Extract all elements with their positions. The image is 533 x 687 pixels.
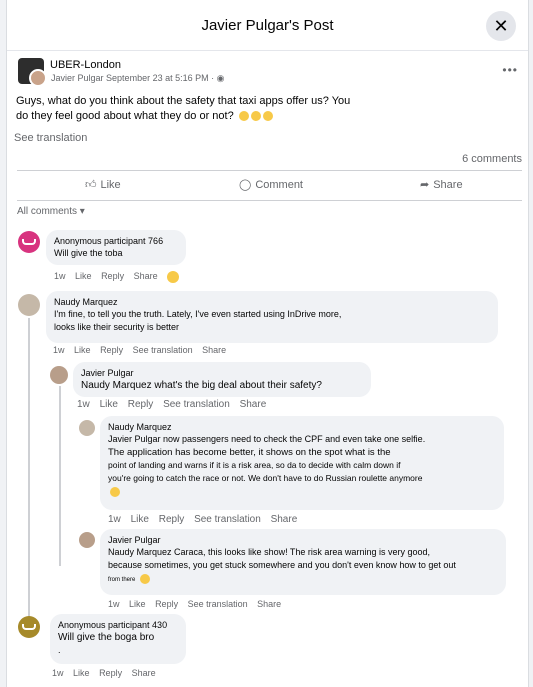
divider: [17, 200, 522, 201]
author-avatar: [29, 69, 47, 87]
comment-text-line: looks like their security is better: [54, 322, 180, 332]
comment-bubble: Anonymous participant 766 Will give the …: [46, 230, 186, 265]
comment-text-line: The application has become better, it sh…: [108, 447, 391, 458]
smile-emoji: [110, 486, 120, 497]
divider: [17, 170, 522, 171]
comment-icon: ◯: [239, 179, 252, 191]
comment-author[interactable]: Anonymous participant 430: [58, 619, 178, 631]
post-meta: Javier Pulgar September 23 at 5:16 PM · …: [51, 73, 224, 84]
comment-bubble: Anonymous participant 430 Will give the …: [50, 614, 186, 664]
comment-author[interactable]: Naudy Marquez: [54, 296, 490, 308]
post-header: UBER-London Javier Pulgar September 23 a…: [18, 58, 518, 88]
comment-text: Naudy Marquez what's the big deal about …: [81, 380, 322, 391]
avatar[interactable]: [18, 294, 40, 316]
smile-emoji: [139, 573, 150, 584]
post-actions: 👍︎ Like ◯ Comment ➦ Share: [17, 172, 522, 200]
close-button[interactable]: ✕: [486, 11, 516, 41]
comment-text-line: from there: [108, 577, 136, 583]
share-button[interactable]: ➦ Share: [420, 178, 463, 192]
comment-actions: 1w Like Reply See translation Share: [53, 345, 227, 355]
anonymous-icon: [22, 239, 36, 245]
avatar[interactable]: [79, 420, 95, 436]
avatar[interactable]: [50, 366, 68, 384]
comment-author[interactable]: Anonymous participant 766: [54, 235, 178, 247]
globe-icon: · ◉: [211, 73, 225, 83]
chevron-down-icon: ▾: [79, 206, 85, 217]
laugh-reaction-icon[interactable]: [167, 271, 180, 283]
comment-text-line: Javier Pulgar now passengers need to che…: [108, 434, 426, 444]
share-icon: ➦: [420, 179, 430, 191]
comment-actions: 1w Like Reply See translation Share: [108, 514, 298, 525]
post-text: Guys, what do you think about the safety…: [16, 94, 376, 124]
comment-actions: 1w Like Reply Share: [52, 668, 156, 678]
comment-bubble: Naudy Marquez I'm fine, to tell you the …: [46, 291, 498, 343]
post-dialog: Javier Pulgar's Post ✕ UBER-London Javie…: [6, 0, 529, 687]
comment-text-line: Naudy Marquez Caraca, this looks like sh…: [108, 547, 430, 557]
post-text-line2: do they feel good about what they do or …: [16, 110, 234, 122]
comment-bubble: Naudy Marquez Javier Pulgar now passenge…: [100, 416, 504, 510]
comment-button[interactable]: ◯ Comment: [239, 178, 303, 192]
like-button[interactable]: 👍︎ Like: [85, 178, 121, 192]
comment-actions: 1w Like Reply See translation Share: [77, 399, 267, 410]
post-time[interactable]: September 23 at 5:16 PM: [106, 73, 209, 83]
anonymous-icon: [22, 624, 36, 630]
more-options-icon[interactable]: •••: [502, 63, 518, 77]
comment-author[interactable]: Javier Pulgar: [81, 367, 363, 379]
post-text-line1: Guys, what do you think about the safety…: [16, 95, 351, 107]
thumbs-up-icon: 👍︎: [85, 179, 97, 191]
comment-filter[interactable]: All comments ▾: [17, 206, 85, 217]
comment-text-line: you're going to catch the race or not. W…: [108, 473, 423, 483]
comment-text: Will give the toba: [54, 248, 123, 258]
thread-line: [28, 318, 30, 618]
comment-author[interactable]: Naudy Marquez: [108, 421, 496, 433]
group-name[interactable]: UBER-London: [50, 59, 121, 71]
author-name[interactable]: Javier Pulgar: [51, 73, 104, 83]
close-icon: ✕: [493, 15, 509, 36]
comment-text-line: because sometimes, you get stuck somewhe…: [108, 560, 456, 570]
see-translation-link[interactable]: See translation: [14, 132, 87, 144]
comment-actions: 1w Like Reply See translation Share: [108, 599, 282, 609]
comment-text-line: I'm fine, to tell you the truth. Lately,…: [54, 309, 342, 319]
comment-bubble: Javier Pulgar Naudy Marquez Caraca, this…: [100, 529, 506, 595]
comment-bubble: Javier Pulgar Naudy Marquez what's the b…: [73, 362, 371, 397]
anonymous-avatar[interactable]: [18, 616, 40, 638]
dialog-title: Javier Pulgar's Post: [201, 17, 334, 34]
comment-text-line: point of landing and warns if it is a ri…: [108, 460, 401, 470]
anonymous-avatar[interactable]: [18, 231, 40, 253]
comment-actions: 1w Like Reply Share: [54, 271, 186, 283]
thread-line: [59, 386, 61, 566]
comment-author[interactable]: Javier Pulgar: [108, 534, 498, 546]
comment-text-line: .: [58, 645, 61, 655]
avatar[interactable]: [79, 532, 95, 548]
comment-text-line: Will give the boga bro: [58, 632, 155, 643]
thinking-emoji: [250, 111, 261, 122]
group-avatar[interactable]: [18, 58, 47, 87]
dialog-header: Javier Pulgar's Post ✕: [7, 0, 528, 51]
comments-count[interactable]: 6 comments: [462, 153, 522, 165]
thinking-emoji: [262, 111, 273, 122]
thinking-emoji: [238, 111, 249, 122]
